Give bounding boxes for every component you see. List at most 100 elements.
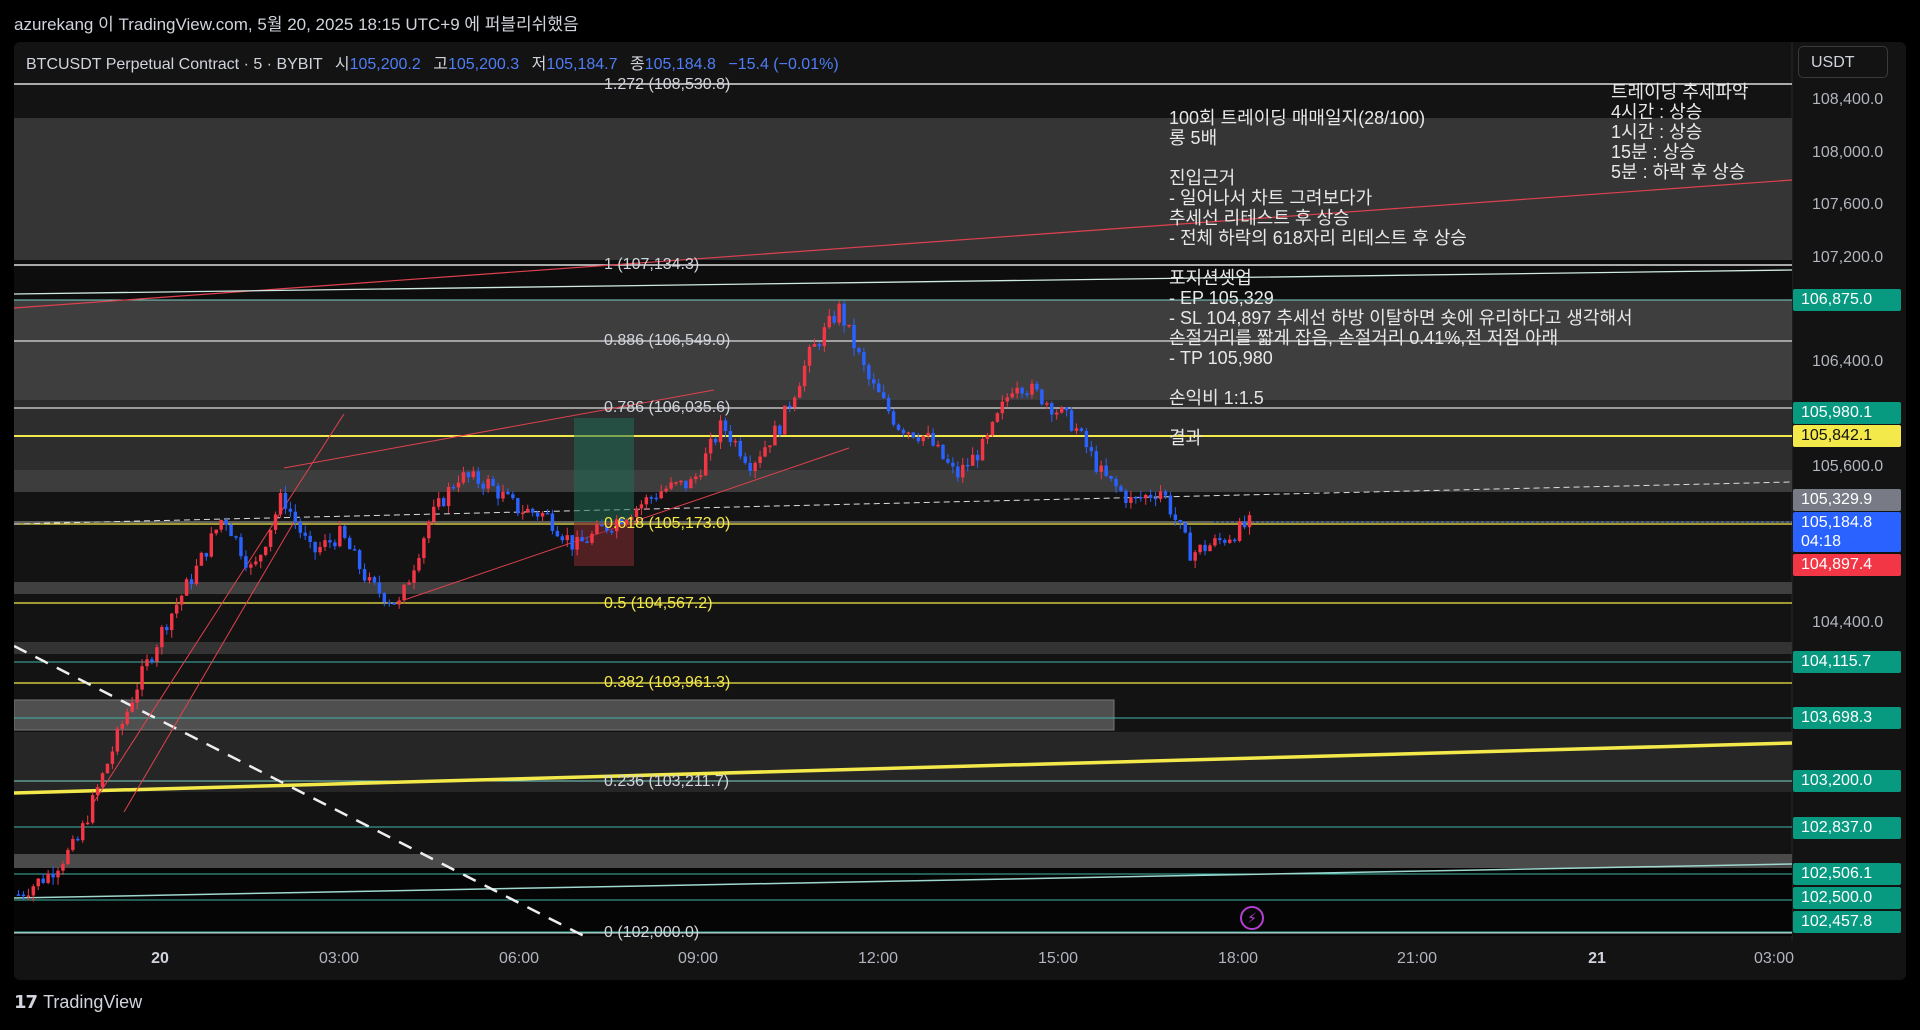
fib-label: 0 (102,000.0): [604, 924, 700, 941]
candle-body: [857, 348, 861, 353]
candle-body: [491, 479, 495, 486]
trend-h1: 1시간 : 상승: [1611, 122, 1703, 142]
candle-body: [90, 795, 95, 823]
fib-label: 0.5 (104,567.2): [604, 595, 713, 612]
time-axis-label: 15:00: [1037, 950, 1079, 967]
candle-body: [46, 873, 50, 883]
candle-body: [328, 540, 332, 543]
candle-body: [333, 542, 337, 547]
candle-body: [827, 315, 832, 328]
time-axis-label: 21: [1588, 950, 1606, 967]
price-tag: 102,506.1: [1793, 863, 1901, 885]
candle-body: [1193, 552, 1197, 561]
candle-body: [1173, 514, 1178, 520]
candle-body: [891, 411, 896, 425]
candle-body: [1188, 532, 1192, 561]
time-axis-label: 06:00: [498, 950, 540, 967]
notes-result: 결과: [1169, 428, 1203, 448]
high-label: 고: [433, 56, 448, 73]
candle-body: [343, 526, 347, 538]
candle-body: [461, 472, 466, 483]
price-axis-label: 107,200.0: [1812, 249, 1884, 266]
trend-notes[interactable]: 트레이딩 추세파악 4시간 : 상승 1시간 : 상승 15분 : 상승 5분 …: [1611, 82, 1748, 182]
price-tag: 105,842.1: [1793, 425, 1901, 447]
notes-leverage: 롱 5배: [1169, 128, 1218, 148]
candle-body: [347, 537, 352, 550]
notes-entry-3: - 전체 하락의 618자리 리테스트 후 상승: [1169, 228, 1467, 248]
candle-body: [545, 512, 550, 515]
candle-body: [802, 365, 807, 387]
candle-body: [194, 565, 199, 585]
candle-body: [441, 498, 446, 507]
candle-body: [100, 773, 105, 788]
candle-body: [1059, 407, 1064, 413]
candle-body: [713, 438, 718, 443]
candle-body: [323, 540, 327, 547]
trade-notes[interactable]: 100회 트레이딩 매매일지(28/100) 롱 5배 진입근거 - 일어나서 …: [1169, 108, 1633, 448]
candle-body: [1000, 401, 1005, 414]
lightning-icon[interactable]: ⚡: [1240, 906, 1264, 930]
candle-body: [239, 537, 243, 557]
candle-body: [1153, 497, 1158, 500]
candle-body: [1148, 494, 1153, 498]
candle-body: [471, 471, 476, 478]
price-tag: 104,897.4: [1793, 554, 1901, 576]
candle-body: [783, 405, 787, 435]
time-axis-label: 21:00: [1396, 950, 1438, 967]
candle-body: [372, 577, 377, 583]
high-value: 105,200.3: [447, 56, 520, 73]
candle-body: [85, 822, 90, 825]
currency-button[interactable]: USDT: [1798, 46, 1888, 78]
candle-body: [1163, 491, 1168, 496]
candle-body: [812, 344, 817, 347]
candle-body: [1015, 387, 1019, 394]
candle-body: [135, 689, 139, 703]
candle-body: [1069, 410, 1074, 431]
candle-body: [451, 486, 456, 489]
candle-body: [669, 482, 673, 489]
bar-countdown: 04:18: [1801, 533, 1842, 550]
candle-body: [263, 546, 268, 555]
candle-body: [965, 464, 970, 467]
fib-label: 0.886 (106,549.0): [604, 332, 731, 349]
candle-body: [367, 577, 372, 581]
price-tag: 102,500.0: [1793, 887, 1901, 909]
candle-body: [1099, 465, 1103, 472]
candle-body: [1158, 491, 1163, 500]
notes-setup-ep: - EP 105,329: [1169, 288, 1274, 308]
fib-label: 0.618 (105,173.0): [604, 515, 731, 532]
trend-m15: 15분 : 상승: [1611, 142, 1696, 162]
candle-body: [1129, 497, 1133, 503]
close-label: 종: [629, 56, 645, 73]
candle-body: [288, 508, 293, 512]
candle-body: [951, 462, 955, 467]
candle-body: [51, 873, 55, 878]
candle-body: [990, 421, 995, 436]
candle-body: [921, 435, 925, 442]
notes-setup-sl: - SL 104,897 추세선 하방 이탈하면 숏에 유리하다고 생각해서: [1169, 308, 1633, 328]
candle-body: [659, 491, 663, 499]
time-axis-label: 12:00: [857, 950, 899, 967]
candle-body: [258, 554, 263, 562]
symbol-header: BTCUSDT Perpetual Contract · 5 · BYBIT 시…: [26, 50, 839, 74]
candle-body: [160, 626, 164, 648]
candle-body: [496, 485, 500, 499]
symbol-title[interactable]: BTCUSDT Perpetual Contract · 5 · BYBIT: [26, 56, 322, 73]
notes-rr: 손익비 1:1.5: [1169, 388, 1264, 408]
notes-entry-title: 진입근거: [1169, 168, 1236, 188]
candle-body: [298, 522, 303, 533]
chart-frame[interactable]: BTCUSDT Perpetual Contract · 5 · BYBIT 시…: [14, 42, 1906, 980]
candle-body: [456, 482, 461, 488]
candle-body: [926, 433, 930, 436]
candle-body: [1025, 393, 1029, 395]
candle-body: [511, 494, 515, 499]
candle-body: [427, 521, 431, 539]
candle-body: [402, 584, 406, 601]
candle-body: [674, 482, 678, 484]
candle-body: [352, 549, 357, 551]
candle-body: [941, 444, 945, 459]
candle-body: [699, 475, 703, 477]
candle-body: [387, 602, 392, 604]
candle-body: [357, 550, 362, 570]
candle-body: [555, 530, 560, 537]
